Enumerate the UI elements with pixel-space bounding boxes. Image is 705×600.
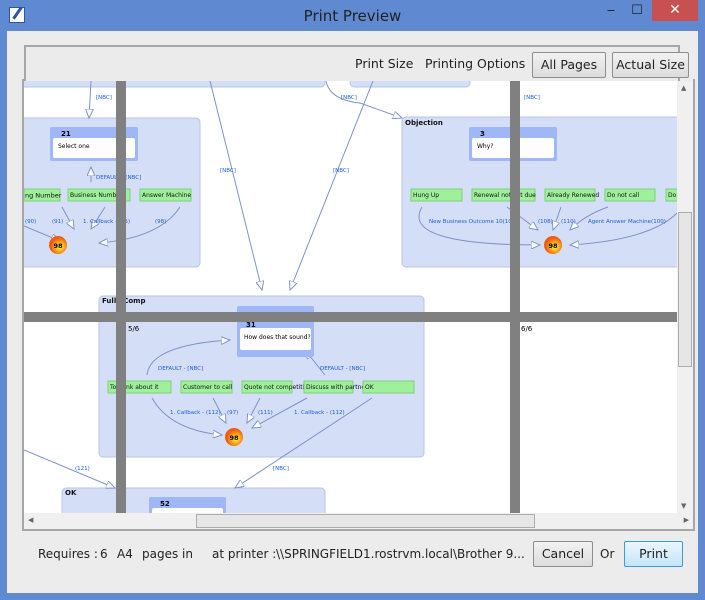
edge-label: [NBC] bbox=[220, 168, 236, 174]
edge-label: (108) bbox=[538, 219, 553, 225]
svg-text:98: 98 bbox=[53, 242, 63, 250]
vertical-scrollbar[interactable]: ▲ ▼ bbox=[677, 81, 693, 513]
at-printer-label: at printer : bbox=[212, 547, 277, 561]
edge-label: (97) bbox=[227, 410, 238, 416]
end-node[interactable]: 98 bbox=[225, 428, 243, 446]
end-node[interactable]: 98 bbox=[49, 236, 67, 254]
svg-text:OK: OK bbox=[365, 384, 375, 391]
title-bar: Print Preview ‒ ☐ ✕ bbox=[0, 0, 705, 31]
svg-text:3: 3 bbox=[480, 130, 485, 138]
all-pages-button[interactable]: All Pages bbox=[532, 52, 606, 78]
cancel-button[interactable]: Cancel bbox=[533, 541, 593, 567]
edge-label: 1. Callback - (112) bbox=[294, 410, 345, 416]
svg-text:Hung Up: Hung Up bbox=[413, 192, 439, 199]
edge-label: (98) bbox=[155, 219, 166, 225]
svg-text:Why?: Why? bbox=[477, 143, 493, 150]
edge-label: [NBC] bbox=[333, 168, 349, 174]
svg-text:Business Number: Business Number bbox=[70, 192, 123, 199]
minimize-button[interactable]: ‒ bbox=[598, 0, 624, 21]
edge-label: DEFAULT - [NBC] bbox=[158, 366, 203, 372]
svg-text:Quote not competitive: Quote not competitive bbox=[244, 384, 312, 391]
outcome[interactable]: Already Renewed bbox=[544, 188, 599, 202]
outcome[interactable]: Renewal not yet due bbox=[471, 188, 536, 202]
scroll-up-icon[interactable]: ▲ bbox=[681, 84, 686, 92]
outcome[interactable]: Customer to call bbox=[180, 380, 233, 394]
page-count: 6 bbox=[100, 547, 108, 561]
svg-text:52: 52 bbox=[160, 500, 170, 508]
preview-canvas[interactable]: [NBC] [NBC] [NBC] [NBC] [NBC] DEFAULT - … bbox=[24, 81, 677, 513]
horizontal-scrollbar[interactable]: ◀ ▶ bbox=[24, 513, 693, 529]
svg-text:Select one: Select one bbox=[58, 143, 90, 150]
scroll-left-icon[interactable]: ◀ bbox=[28, 516, 33, 524]
print-button[interactable]: Print bbox=[624, 541, 683, 567]
diagram: [NBC] [NBC] [NBC] [NBC] [NBC] DEFAULT - … bbox=[24, 81, 677, 513]
svg-text:98: 98 bbox=[229, 434, 239, 442]
edge-label: New Business Outcome 10(102) bbox=[429, 219, 517, 225]
svg-text:Do: Do bbox=[668, 192, 677, 199]
requires-label: Requires : bbox=[38, 547, 98, 561]
svg-text:21: 21 bbox=[61, 130, 71, 138]
svg-text:Discuss with partner: Discuss with partner bbox=[306, 384, 368, 391]
preview-toolbar: Print Size Printing Options All Pages Ac… bbox=[24, 45, 689, 82]
group-title-objection: Objection bbox=[405, 119, 443, 127]
printing-options-link[interactable]: Printing Options bbox=[425, 56, 525, 71]
close-button[interactable]: ✕ bbox=[652, 0, 698, 21]
svg-text:Do not call: Do not call bbox=[607, 192, 640, 199]
page-number: 6/6 bbox=[521, 325, 533, 333]
edge-label: (91) bbox=[52, 219, 63, 225]
edge-label: (121) bbox=[75, 466, 90, 472]
vertical-scroll-thumb[interactable] bbox=[678, 212, 692, 367]
svg-text:98: 98 bbox=[548, 242, 558, 250]
end-node[interactable]: 98 bbox=[544, 236, 562, 254]
edge-label: [NBC] bbox=[341, 95, 357, 101]
scroll-right-icon[interactable]: ▶ bbox=[684, 516, 689, 524]
outcome[interactable]: ng Number bbox=[24, 188, 62, 202]
outcome[interactable]: Do bbox=[665, 188, 677, 202]
edge-label: Agent Answer Machine(100) bbox=[588, 219, 666, 225]
svg-text:How does that sound?: How does that sound? bbox=[244, 334, 311, 341]
svg-text:Customer to call: Customer to call bbox=[183, 384, 233, 391]
group-top-right bbox=[349, 81, 471, 88]
edge-label: (111) bbox=[258, 410, 273, 416]
svg-text:31: 31 bbox=[246, 321, 256, 329]
svg-text:Renewal not yet due: Renewal not yet due bbox=[474, 192, 536, 199]
edge-label: DEFAULT - [NBC] bbox=[320, 366, 365, 372]
maximize-button[interactable]: ☐ bbox=[624, 0, 650, 21]
outcome[interactable]: OK bbox=[362, 380, 415, 394]
edge-label: (110) bbox=[561, 219, 576, 225]
outcome[interactable]: Hung Up bbox=[410, 188, 463, 202]
svg-text:Already Renewed: Already Renewed bbox=[547, 192, 599, 199]
edge-label: 1. Callback - (112) bbox=[170, 410, 221, 416]
outcome[interactable]: Answer Machine bbox=[139, 188, 192, 202]
print-size-link[interactable]: Print Size bbox=[355, 56, 413, 71]
edge-label: (90) bbox=[25, 219, 36, 225]
node-52[interactable]: 52 bbox=[149, 497, 226, 513]
or-label: Or bbox=[600, 547, 615, 561]
edge-label: [NBC] bbox=[96, 95, 112, 101]
outcome[interactable]: Do not call bbox=[604, 188, 656, 202]
svg-text:ng Number: ng Number bbox=[25, 192, 62, 200]
edge-label: [NBC] bbox=[524, 95, 540, 101]
pages-label: pages bbox=[142, 547, 179, 561]
horizontal-scroll-thumb[interactable] bbox=[196, 514, 535, 528]
page-number: 5/6 bbox=[128, 325, 140, 333]
group-top-left bbox=[24, 81, 326, 88]
paper-size: A4 bbox=[117, 547, 133, 561]
svg-text:Answer Machine: Answer Machine bbox=[142, 192, 191, 199]
scroll-down-icon[interactable]: ▼ bbox=[681, 502, 686, 510]
in-label: in bbox=[182, 547, 193, 561]
group-title-ok: OK bbox=[65, 489, 77, 497]
edge-label: [NBC] bbox=[273, 466, 289, 472]
printer-name: \\SPRINGFIELD1.rostrvm.local\Brother 9..… bbox=[276, 547, 525, 561]
actual-size-button[interactable]: Actual Size bbox=[612, 52, 689, 78]
